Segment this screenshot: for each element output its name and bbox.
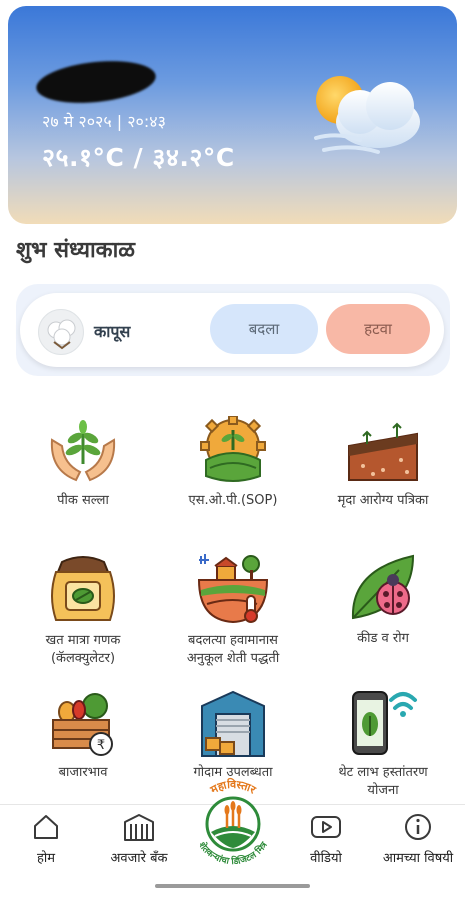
tile-label-line2: योजना: [367, 783, 399, 798]
hands-plant-icon: [50, 420, 116, 482]
tile-soil-health-card[interactable]: मृदा आरोग्य पत्रिका: [308, 420, 458, 510]
mahavistar-logo[interactable]: महाविस्तार शेतकऱ्यांचा डिजिटल मित्र: [183, 772, 283, 872]
crop-name: कापूस: [94, 322, 131, 341]
tile-label: मृदा आरोग्य पत्रिका: [337, 493, 429, 508]
weather-card: २७ मे २०२५ | २०:४३ २५.१°C / ३४.२°C: [8, 6, 457, 224]
tile-label: थेट लाभ हस्तांतरण: [338, 765, 428, 780]
tile-label: बदलत्या हवामानास: [188, 633, 278, 648]
svg-text:महाविस्तार: महाविस्तार: [207, 777, 258, 797]
info-icon: [405, 814, 431, 840]
tile-label-line2: (कॅलक्युलेटर): [50, 651, 116, 666]
fertilizer-sack-icon: [51, 556, 115, 621]
tile-market-rates[interactable]: ₹ बाजारभाव: [8, 692, 158, 782]
tile-climate-resilient-farming[interactable]: बदलत्या हवामानास अनुकूल शेती पद्धती: [158, 550, 308, 668]
farm-gear-icon: [200, 416, 266, 482]
logo-top-text: महाविस्तार: [207, 777, 258, 797]
nav-tools-bank[interactable]: अवजारे बँक: [94, 812, 184, 866]
vegetable-crate-rupee-icon: ₹: [52, 693, 113, 756]
tile-direct-benefit-transfer[interactable]: थेट लाभ हस्तांतरण योजना: [308, 688, 458, 800]
tile-label: पीक सल्ला: [57, 493, 109, 508]
partly-cloudy-windy-icon: [314, 76, 420, 154]
cotton-icon: [38, 309, 84, 355]
nav-about-us-label: आमच्या विषयी: [382, 851, 454, 866]
tile-pests-and-diseases[interactable]: कीड व रोग: [308, 552, 458, 648]
nav-videos[interactable]: वीडियो: [281, 812, 371, 866]
tile-warehouse-availability[interactable]: गोदाम उपलब्धता: [158, 690, 308, 782]
climate-farm-icon: [197, 554, 269, 624]
ladybug-leaf-icon: [351, 554, 415, 620]
remove-crop-button[interactable]: हटवा: [326, 304, 430, 354]
warehouse-icon: [201, 690, 265, 757]
nav-about-us[interactable]: आमच्या विषयी: [372, 812, 464, 866]
tile-crop-advisory[interactable]: पीक सल्ला: [8, 420, 158, 510]
change-crop-button[interactable]: बदला: [210, 304, 318, 354]
weather-temperature: २५.१°C / ३४.२°C: [42, 143, 235, 172]
video-icon: [311, 816, 341, 838]
tile-fertilizer-calculator[interactable]: खत मात्रा गणक (कॅलक्युलेटर): [8, 552, 158, 668]
tile-label: बाजारभाव: [58, 765, 108, 780]
tile-label-line2: अनुकूल शेती पद्धती: [186, 651, 280, 666]
nav-tools-bank-label: अवजारे बँक: [110, 851, 168, 866]
nav-home-label: होम: [36, 851, 56, 866]
gesture-home-bar[interactable]: [155, 884, 310, 888]
soil-layers-icon: [348, 422, 418, 481]
nav-home[interactable]: होम: [1, 812, 91, 866]
tools-bank-icon: [124, 814, 154, 841]
location-redacted: [34, 55, 158, 109]
svg-text:₹: ₹: [97, 738, 105, 753]
weather-datetime: २७ मे २०२५ | २०:४३: [42, 112, 166, 131]
phone-transfer-icon: [352, 691, 417, 755]
greeting-title: शुभ संध्याकाळ: [16, 238, 136, 263]
tile-sop[interactable]: एस.ओ.पी.(SOP): [158, 416, 308, 510]
nav-videos-label: वीडियो: [310, 851, 342, 866]
tile-label: खत मात्रा गणक: [45, 633, 121, 648]
tile-label: कीड व रोग: [357, 631, 409, 646]
tile-label: एस.ओ.पी.(SOP): [188, 493, 278, 508]
home-icon: [34, 815, 58, 839]
